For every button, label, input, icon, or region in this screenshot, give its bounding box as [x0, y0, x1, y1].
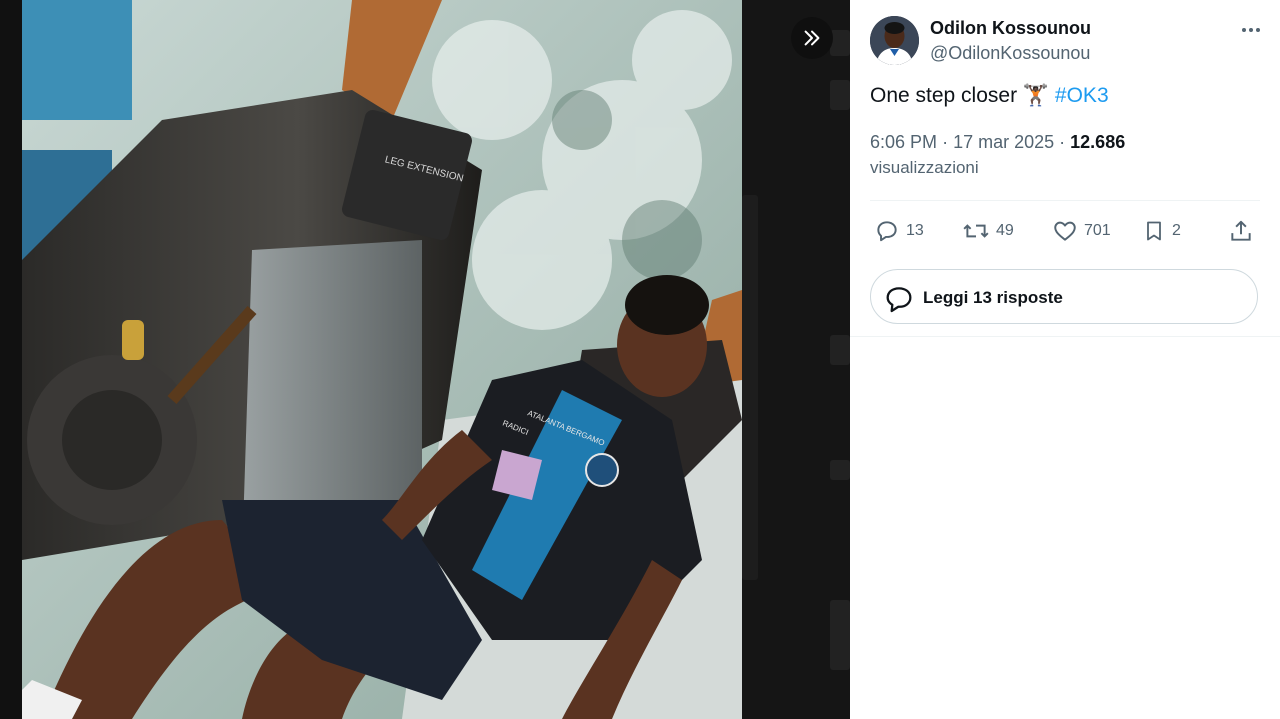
tweet-header: Odilon Kossounou @OdilonKossounou: [870, 16, 1262, 68]
double-chevron-right-icon: [804, 30, 820, 46]
bookmark-count: 2: [1172, 222, 1181, 239]
read-replies-label: Leggi 13 risposte: [923, 288, 1063, 307]
avatar-image: [870, 16, 919, 65]
photo-illustration: LEG EXTENSION ATALANTA BERGAMO RADICI: [22, 0, 742, 719]
heart-icon: [1054, 221, 1076, 241]
reply-icon: [877, 221, 897, 242]
tweet-date[interactable]: 17 mar 2025: [953, 132, 1054, 152]
like-count: 701: [1084, 222, 1111, 239]
hashtag-link[interactable]: #OK3: [1055, 84, 1109, 107]
author-handle[interactable]: @OdilonKossounou: [930, 43, 1090, 64]
tweet-panel: Odilon Kossounou @OdilonKossounou One st…: [850, 0, 1280, 719]
like-button[interactable]: 701: [1052, 214, 1111, 248]
background-panel: [742, 0, 850, 719]
speech-bubble-icon: [886, 287, 912, 313]
tweet-photo[interactable]: LEG EXTENSION ATALANTA BERGAMO RADICI: [22, 0, 742, 719]
views-count: 12.686: [1070, 132, 1126, 152]
tweet-body: One step closer: [870, 84, 1018, 107]
repost-count: 49: [996, 222, 1014, 239]
divider: [870, 200, 1260, 201]
meta-separator: ·: [942, 132, 954, 152]
expand-button[interactable]: [791, 17, 833, 59]
share-icon: [1231, 220, 1251, 241]
divider: [850, 336, 1280, 337]
bookmark-icon: [1147, 221, 1161, 241]
read-replies-button[interactable]: Leggi 13 risposte: [870, 269, 1258, 324]
repost-icon: [963, 224, 989, 238]
meta-separator: ·: [1059, 132, 1071, 152]
background-edge: [0, 0, 22, 719]
more-button[interactable]: [1240, 22, 1262, 38]
tweet-time[interactable]: 6:06 PM: [870, 132, 937, 152]
repost-button[interactable]: 49: [962, 214, 1014, 248]
action-bar: 13 49 701 2: [870, 214, 1260, 248]
media-viewer: LEG EXTENSION ATALANTA BERGAMO RADICI: [0, 0, 850, 719]
tweet-meta: 6:06 PM · 17 mar 2025 · 12.686: [870, 132, 1125, 153]
reply-button[interactable]: 13: [874, 214, 924, 248]
more-horizontal-icon: [1242, 28, 1260, 32]
tweet-text: One step closer 🏋🏿 #OK3: [870, 84, 1109, 108]
views-label: visualizzazioni: [870, 158, 979, 177]
bookmark-button[interactable]: 2: [1142, 214, 1181, 248]
avatar[interactable]: [870, 16, 919, 65]
weightlifter-emoji: 🏋🏿: [1022, 84, 1050, 107]
reply-count: 13: [906, 222, 924, 239]
share-button[interactable]: [1228, 214, 1260, 248]
author-name[interactable]: Odilon Kossounou: [930, 18, 1091, 39]
